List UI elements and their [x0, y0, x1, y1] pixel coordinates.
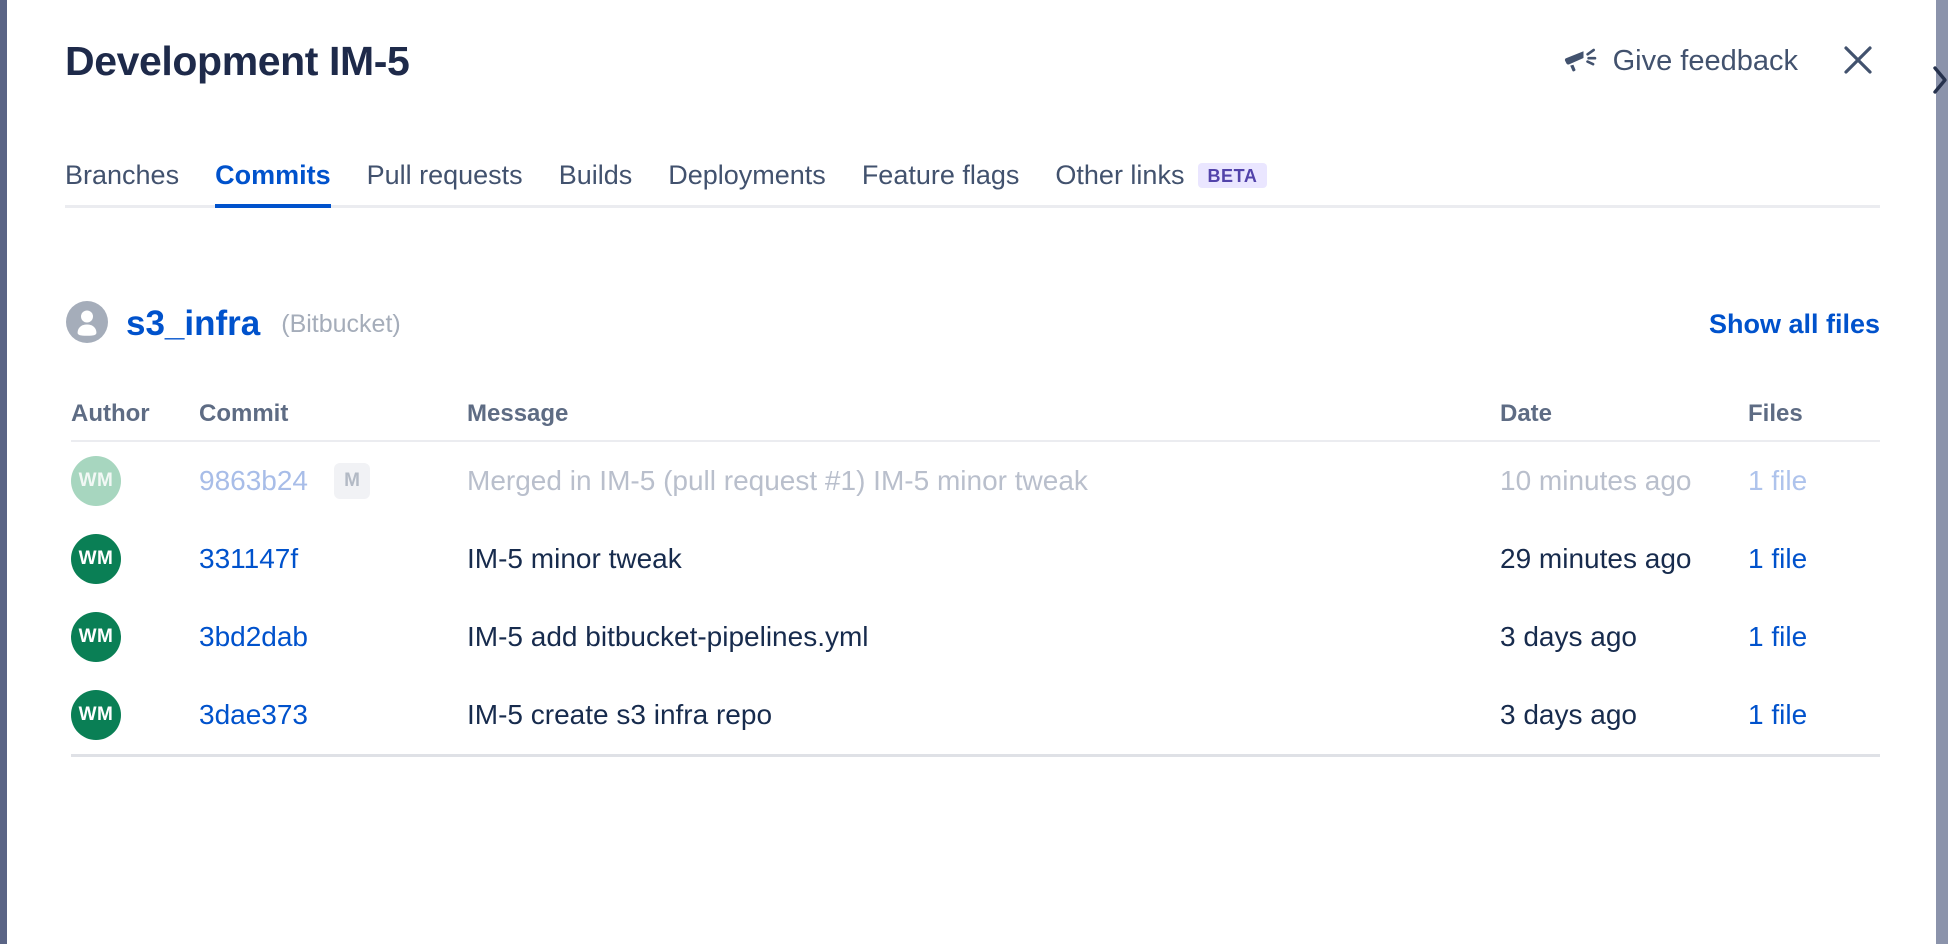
commit-hash-cell: 331147f [199, 543, 467, 575]
files-link[interactable]: 1 file [1748, 543, 1807, 574]
tab-other-links[interactable]: Other links BETA [1055, 160, 1266, 205]
panel-left-edge [0, 0, 7, 944]
give-feedback-button[interactable]: Give feedback [1561, 41, 1800, 82]
commit-author-cell: WM [71, 612, 199, 662]
panel-collapse-button[interactable] [1936, 60, 1948, 100]
table-bottom-divider [71, 754, 1880, 757]
development-panel: Development IM-5 Give feedback [7, 0, 1936, 944]
close-button[interactable] [1836, 39, 1880, 83]
files-link[interactable]: 1 file [1748, 621, 1807, 652]
table-row: WM 331147f IM-5 minor tweak 29 minutes a… [71, 520, 1880, 598]
commit-message-cell: IM-5 add bitbucket-pipelines.yml [467, 621, 1500, 653]
commit-hash-link[interactable]: 3dae373 [199, 699, 308, 731]
commit-author-cell: WM [71, 456, 199, 506]
tab-commits[interactable]: Commits [215, 160, 331, 205]
table-row: WM 9863b24 M Merged in IM-5 (pull reques… [71, 442, 1880, 520]
show-all-files-link[interactable]: Show all files [1709, 309, 1880, 340]
commit-files-cell: 1 file [1748, 543, 1880, 575]
commits-table: Author Commit Message Date Files WM 9863… [71, 400, 1880, 757]
commit-date-cell: 10 minutes ago [1500, 465, 1748, 497]
commit-date-cell: 3 days ago [1500, 621, 1748, 653]
tab-feature-flags[interactable]: Feature flags [862, 160, 1020, 205]
repository-name-link[interactable]: s3_infra [126, 305, 260, 344]
beta-badge: BETA [1198, 163, 1266, 188]
commit-message: Merged in IM-5 (pull request #1) IM-5 mi… [467, 465, 1500, 497]
commit-message-cell: Merged in IM-5 (pull request #1) IM-5 mi… [467, 465, 1500, 497]
give-feedback-label: Give feedback [1613, 45, 1798, 78]
commit-hash-cell: 3dae373 [199, 699, 467, 731]
commits-table-header: Author Commit Message Date Files [71, 400, 1880, 442]
panel-right-edge [1936, 0, 1948, 944]
avatar[interactable]: WM [71, 456, 121, 506]
header-actions: Give feedback [1561, 39, 1880, 83]
megaphone-icon [1563, 45, 1597, 78]
table-row: WM 3bd2dab IM-5 add bitbucket-pipelines.… [71, 598, 1880, 676]
merge-badge: M [334, 463, 370, 499]
tab-bar: Branches Commits Pull requests Builds De… [65, 160, 1880, 208]
commit-author-cell: WM [71, 534, 199, 584]
commit-message: IM-5 add bitbucket-pipelines.yml [467, 621, 1500, 653]
page-title: Development IM-5 [65, 41, 409, 82]
person-icon [65, 300, 109, 349]
files-link[interactable]: 1 file [1748, 699, 1807, 730]
commit-date-cell: 29 minutes ago [1500, 543, 1748, 575]
close-icon [1840, 42, 1876, 81]
avatar[interactable]: WM [71, 534, 121, 584]
commit-hash-cell: 9863b24 M [199, 463, 467, 499]
commit-date-cell: 3 days ago [1500, 699, 1748, 731]
tab-branches-label: Branches [65, 160, 179, 191]
avatar[interactable]: WM [71, 612, 121, 662]
commit-files-cell: 1 file [1748, 621, 1880, 653]
tab-pull-requests[interactable]: Pull requests [367, 160, 523, 205]
commit-author-cell: WM [71, 690, 199, 740]
tab-builds-label: Builds [559, 160, 633, 191]
column-header-commit: Commit [199, 400, 467, 428]
column-header-author: Author [71, 400, 199, 428]
commit-hash-link[interactable]: 3bd2dab [199, 621, 308, 653]
tab-other-links-label: Other links [1055, 160, 1184, 191]
tab-branches[interactable]: Branches [65, 160, 179, 205]
column-header-message: Message [467, 400, 1500, 428]
tab-commits-label: Commits [215, 160, 331, 191]
commit-date: 3 days ago [1500, 621, 1637, 652]
repository-header: s3_infra (Bitbucket) Show all files [65, 300, 1880, 349]
commit-files-cell: 1 file [1748, 699, 1880, 731]
commit-message: IM-5 create s3 infra repo [467, 699, 1500, 731]
table-row: WM 3dae373 IM-5 create s3 infra repo 3 d… [71, 676, 1880, 754]
commit-hash-link[interactable]: 331147f [199, 543, 298, 575]
chevron-right-icon [1936, 63, 1948, 97]
tab-deployments[interactable]: Deployments [668, 160, 826, 205]
commit-date: 29 minutes ago [1500, 543, 1691, 574]
tabs: Branches Commits Pull requests Builds De… [65, 160, 1880, 208]
tab-builds[interactable]: Builds [559, 160, 633, 205]
commit-files-cell: 1 file [1748, 465, 1880, 497]
commit-date: 10 minutes ago [1500, 465, 1691, 496]
tab-deployments-label: Deployments [668, 160, 826, 191]
commit-hash-link[interactable]: 9863b24 [199, 465, 308, 497]
commit-date: 3 days ago [1500, 699, 1637, 730]
commit-hash-cell: 3bd2dab [199, 621, 467, 653]
files-link[interactable]: 1 file [1748, 465, 1807, 496]
repository-identity: s3_infra (Bitbucket) [65, 300, 401, 349]
column-header-files: Files [1748, 400, 1880, 428]
repository-source: (Bitbucket) [281, 310, 400, 339]
commit-message-cell: IM-5 create s3 infra repo [467, 699, 1500, 731]
tab-feature-flags-label: Feature flags [862, 160, 1020, 191]
panel-header: Development IM-5 Give feedback [7, 28, 1936, 94]
column-header-date: Date [1500, 400, 1748, 428]
tab-pull-requests-label: Pull requests [367, 160, 523, 191]
commit-message: IM-5 minor tweak [467, 543, 1500, 575]
commit-message-cell: IM-5 minor tweak [467, 543, 1500, 575]
avatar[interactable]: WM [71, 690, 121, 740]
